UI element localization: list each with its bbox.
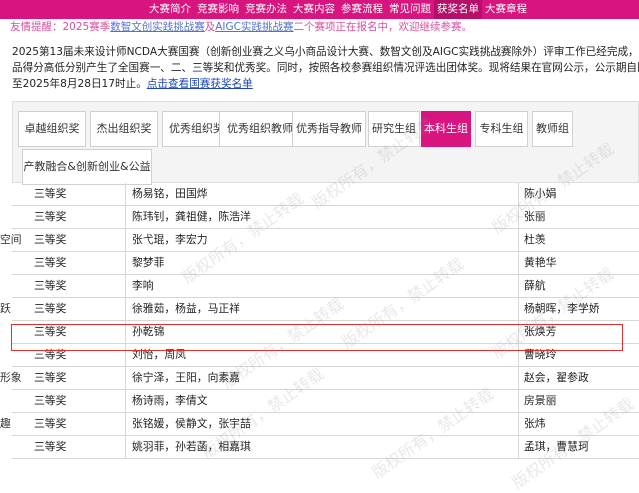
notice-link-aigc[interactable]: AIGC实践挑战赛 xyxy=(215,21,293,33)
author-names: 黎梦菲 xyxy=(125,252,518,274)
work-title-fragment: 形象 xyxy=(0,371,22,384)
award-level: 三等奖 xyxy=(34,417,67,430)
award-level: 三等奖 xyxy=(34,394,67,407)
table-row: 三等奖 陈玮钊，龚祖健，陈浩洋 张丽 xyxy=(12,206,639,229)
instructor-names: 陈小娟 xyxy=(518,183,639,205)
instructor-names: 张炜 xyxy=(518,413,639,435)
award-level: 三等奖 xyxy=(34,440,67,453)
award-level: 三等奖 xyxy=(34,233,67,246)
nav-item[interactable]: 竞赛办法 xyxy=(242,0,290,19)
award-level: 三等奖 xyxy=(34,302,67,315)
nav-item[interactable]: 获奖名单 xyxy=(434,0,482,19)
notice-link-digital-creative[interactable]: 数智文创实践挑战赛 xyxy=(110,21,205,33)
tab[interactable]: 产教融合&创新创业&公益 xyxy=(22,149,152,185)
top-nav-bar: 大赛简介 竞赛影响 竞赛办法 大赛内容 参赛流程 常见问题 获奖名单 大赛章程 xyxy=(0,0,639,19)
tab[interactable]: 教师组 xyxy=(532,111,573,147)
tab[interactable]: 优秀指导教师 xyxy=(292,111,366,147)
intro-line-3: 至2025年8月28日17时止。点击查看国赛获奖名单 xyxy=(12,76,639,92)
table-row: 趣 三等奖 张铭媛，侯静文，张宇喆 张炜 xyxy=(0,413,639,436)
table-row: 三等奖 黎梦菲 黄艳华 xyxy=(12,252,639,275)
work-title-fragment: 趣 xyxy=(0,417,11,430)
author-names: 张弋琨，李宏力 xyxy=(125,229,518,251)
nav-item[interactable]: 大赛内容 xyxy=(290,0,338,19)
table-row: 三等奖 李响 薛航 xyxy=(12,275,639,298)
author-names: 徐雅茹，杨益，马正祥 xyxy=(125,298,518,320)
award-level: 三等奖 xyxy=(34,210,67,223)
table-row: 跃 三等奖 徐雅茹，杨益，马正祥 杨朝晖，李学娇 xyxy=(0,298,639,321)
tab[interactable]: 专科生组 xyxy=(475,111,528,147)
award-level: 三等奖 xyxy=(34,256,67,269)
category-tabs: 卓越组织奖 杰出组织奖 优秀组织奖 优秀组织教师 优秀指导教师 研究生组 本科生组 专科生组教… xyxy=(12,101,639,185)
nav-menu: 大赛简介 竞赛影响 竞赛办法 大赛内容 参赛流程 常见问题 获奖名单 大赛章程 xyxy=(146,0,530,19)
table-row: 形象 三等奖 徐宁泽，王阳，向素嘉 赵会，翟参政 xyxy=(0,367,639,390)
nav-item[interactable]: 常见问题 xyxy=(386,0,434,19)
intro-line-3-text: 至2025年8月28日17时止。 xyxy=(12,78,147,90)
author-names: 张铭媛，侯静文，张宇喆 xyxy=(125,413,518,435)
award-level: 三等奖 xyxy=(34,371,67,384)
nav-item[interactable]: 参赛流程 xyxy=(338,0,386,19)
notice-banner: 友情提醒：2025赛季数智文创实践挑战赛及AIGC实践挑战赛二个赛项正在报名中，… xyxy=(10,19,472,34)
instructor-names: 赵会，翟参政 xyxy=(518,367,639,389)
work-title-fragment: 空间 xyxy=(0,233,22,246)
author-names: 杨诗雨，李倩文 xyxy=(125,390,518,412)
author-names: 徐宁泽，王阳，向素嘉 xyxy=(125,367,518,389)
author-names: 杨易铭，田国烨 xyxy=(125,183,518,205)
instructor-names: 杜羡 xyxy=(518,229,639,251)
instructor-names: 黄艳华 xyxy=(518,252,639,274)
nav-item[interactable]: 竞赛影响 xyxy=(194,0,242,19)
tab[interactable]: 卓越组织奖 xyxy=(18,111,86,147)
table-row: 空间 三等奖 张弋琨，李宏力 杜羡 xyxy=(0,229,639,252)
notice-prefix: 友情提醒：2025赛季 xyxy=(10,21,111,33)
award-level: 三等奖 xyxy=(34,187,67,200)
table-row: 三等奖 姚羽菲，孙若菡，相嘉琪 孟琪，曹慧珂 xyxy=(12,436,639,459)
intro-paragraph: 2025第13届未来设计师NCDA大赛国赛（创新创业赛之义乌小商品设计大赛、数智… xyxy=(12,44,639,92)
award-level: 三等奖 xyxy=(34,279,67,292)
author-names: 陈玮钊，龚祖健，陈浩洋 xyxy=(125,206,518,228)
work-title-fragment: 跃 xyxy=(0,302,11,315)
highlight-box xyxy=(11,324,623,351)
table-row: 三等奖 杨易铭，田国烨 陈小娟 xyxy=(12,183,639,206)
tab[interactable]: 研究生组 xyxy=(368,111,420,147)
author-names: 姚羽菲，孙若菡，相嘉琪 xyxy=(125,436,518,458)
notice-suffix: 二个赛项正在报名中，欢迎继续参赛。 xyxy=(293,21,472,33)
tab[interactable]: 本科生组 xyxy=(421,111,471,147)
tab[interactable]: 杰出组织奖 xyxy=(90,111,158,147)
instructor-names: 张丽 xyxy=(518,206,639,228)
tab[interactable]: 优秀组织教师 xyxy=(219,111,301,147)
author-names: 李响 xyxy=(125,275,518,297)
notice-mid: 及 xyxy=(204,21,216,33)
instructor-names: 杨朝晖，李学娇 xyxy=(518,298,639,320)
instructor-names: 孟琪，曹慧珂 xyxy=(518,436,639,458)
intro-line-1: 2025第13届未来设计师NCDA大赛国赛（创新创业赛之义乌小商品设计大赛、数智… xyxy=(12,46,639,58)
table-row: 三等奖 杨诗雨，李倩文 房景丽 xyxy=(12,390,639,413)
winners-list-link[interactable]: 点击查看国赛获奖名单 xyxy=(147,78,253,90)
nav-item[interactable]: 大赛简介 xyxy=(146,0,194,19)
instructor-names: 房景丽 xyxy=(518,390,639,412)
instructor-names: 薛航 xyxy=(518,275,639,297)
nav-item[interactable]: 大赛章程 xyxy=(482,0,530,19)
intro-line-2: 品得分高低分别产生了全国赛一、二、三等奖和优秀奖。同时，按照各校参赛组织情况评选… xyxy=(12,62,639,74)
